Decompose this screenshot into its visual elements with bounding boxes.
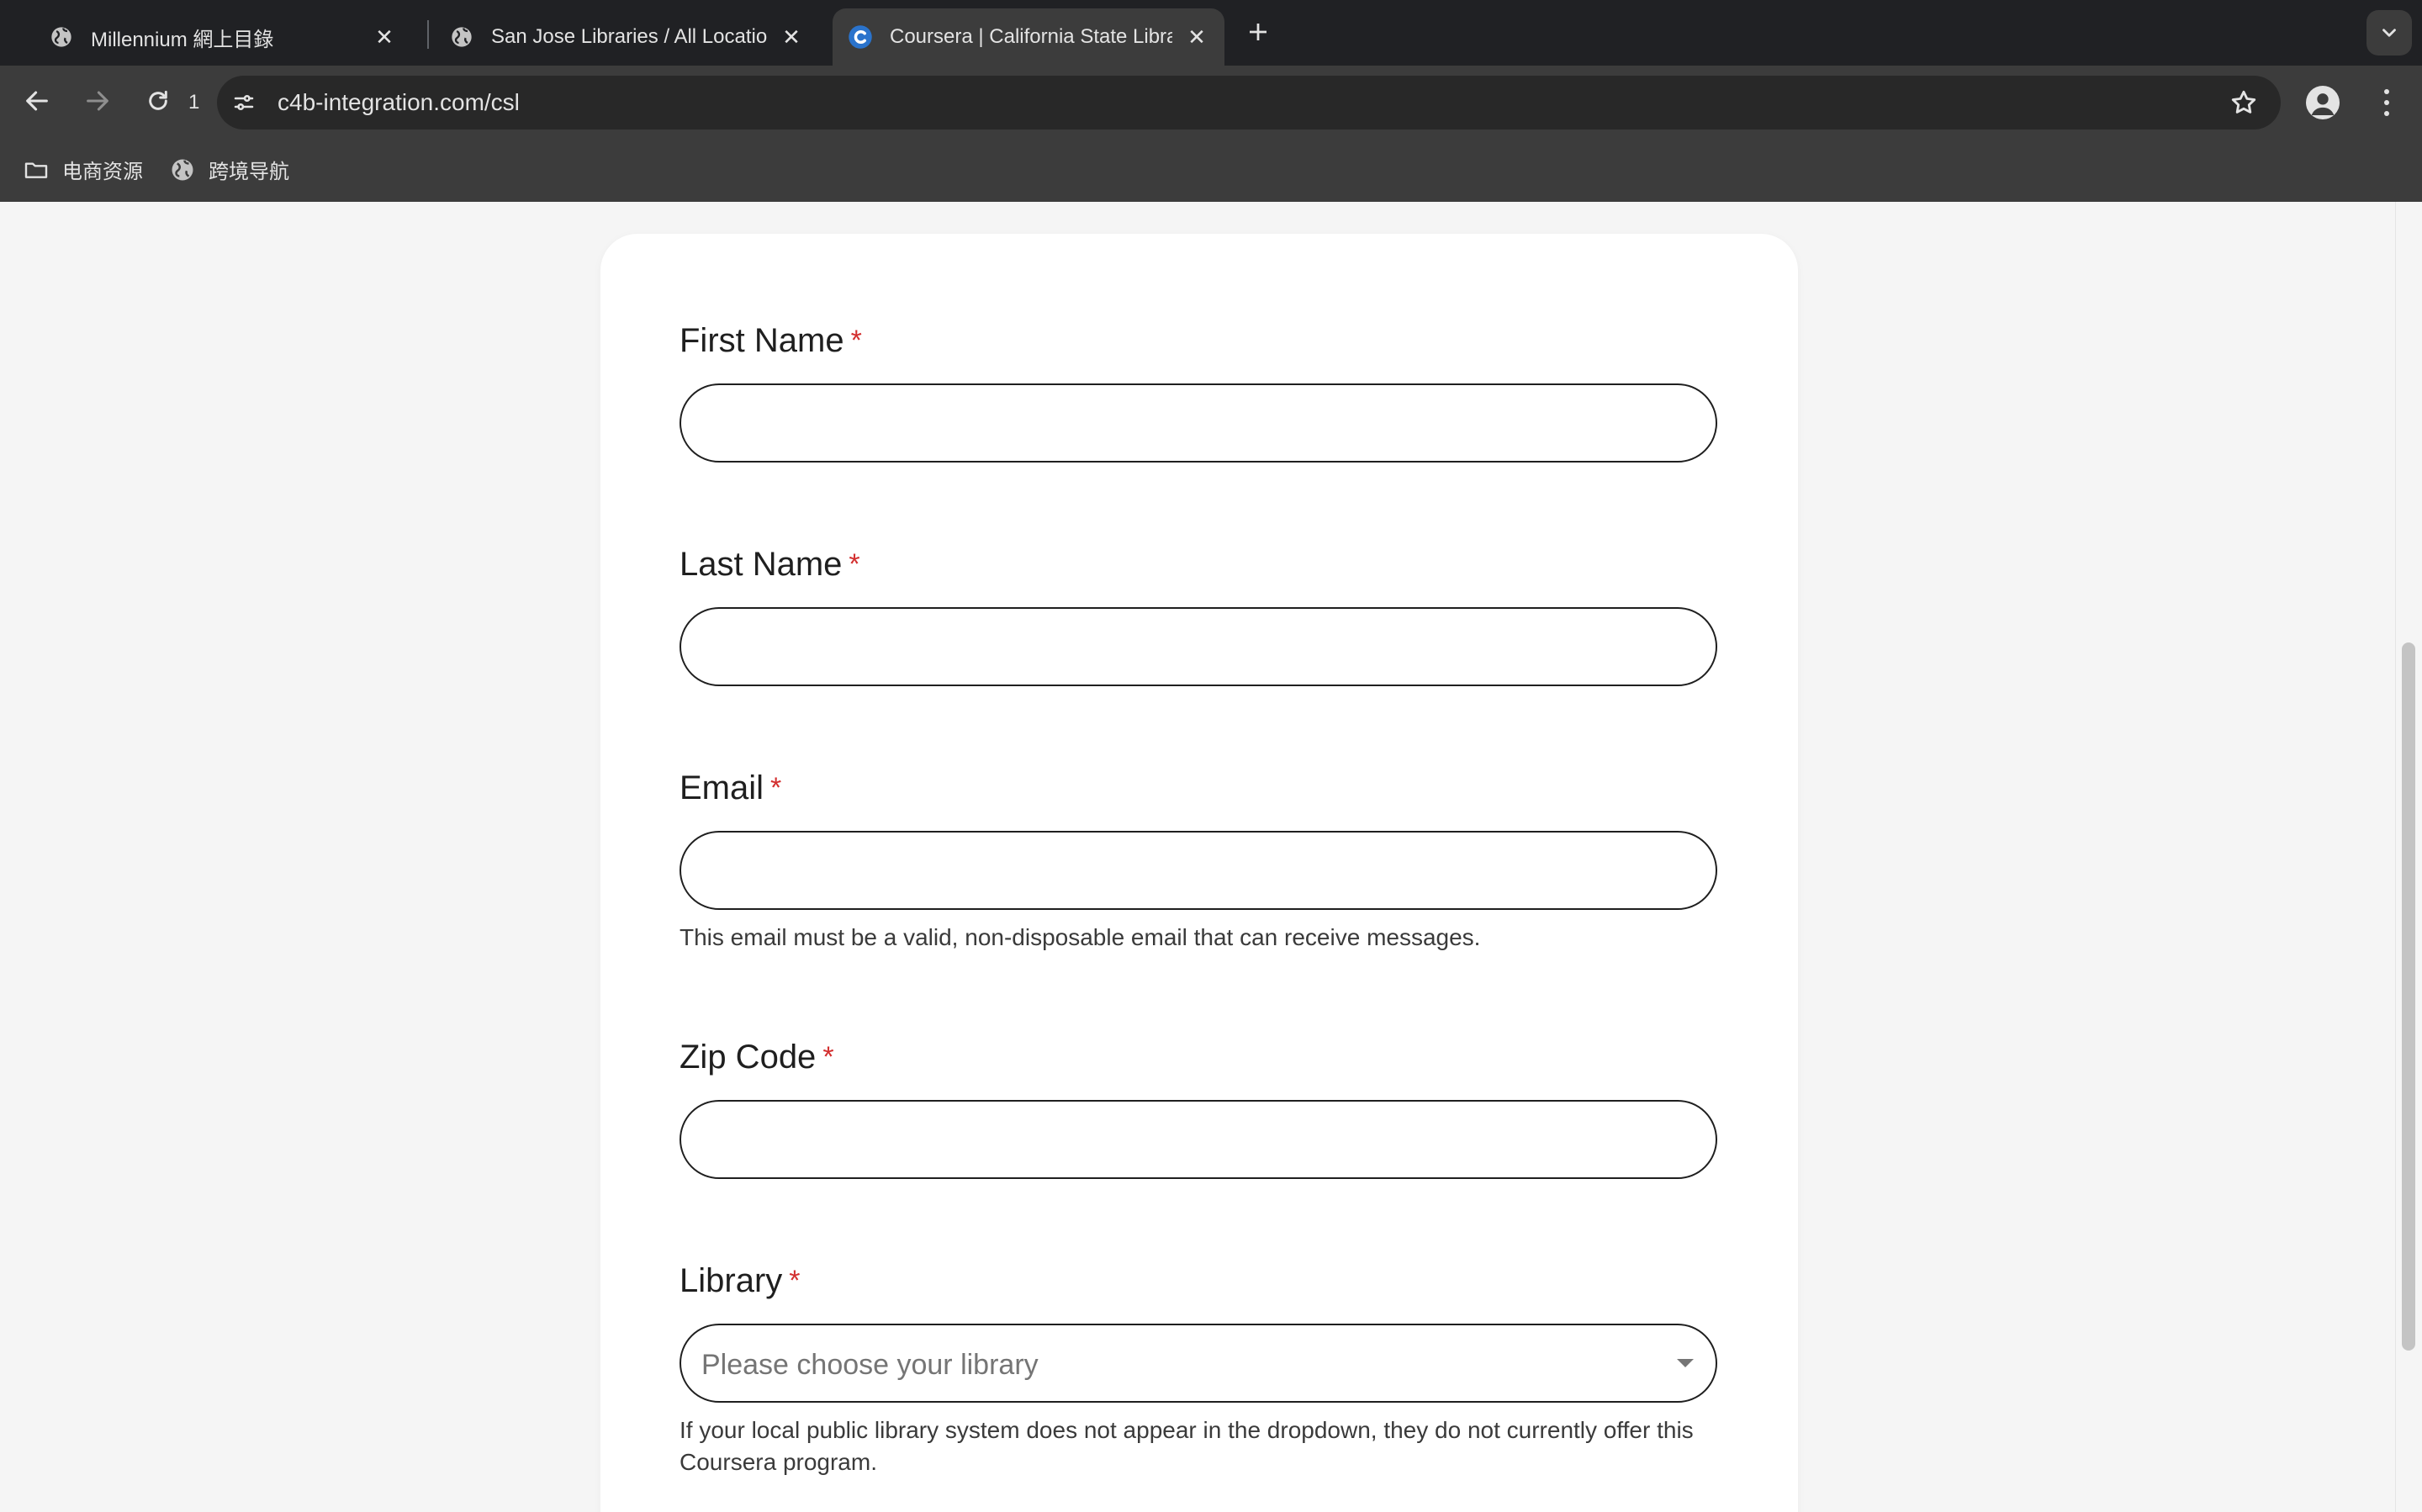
page-scrollbar[interactable] — [2395, 202, 2422, 1512]
last-name-label: Last Name * — [680, 546, 860, 583]
email-input[interactable] — [680, 831, 1717, 910]
tab-coursera[interactable]: Coursera | California State Library ✕ — [833, 8, 1224, 66]
scrollbar-thumb[interactable] — [2402, 642, 2415, 1351]
bookmark-ecommerce-resources[interactable]: 电商资源 — [22, 155, 143, 184]
tab-title: Coursera | California State Library — [890, 25, 1172, 48]
library-label: Library * — [680, 1262, 801, 1299]
folder-icon — [22, 156, 50, 184]
browser-menu-icon[interactable] — [2372, 86, 2402, 119]
required-asterisk: * — [789, 1265, 801, 1297]
reload-icon — [149, 90, 167, 110]
forward-button[interactable] — [81, 84, 114, 118]
library-field: Library * Please choose your library If y… — [680, 1260, 1717, 1478]
tab-search-button[interactable] — [2366, 10, 2412, 56]
required-asterisk: * — [850, 325, 862, 357]
required-asterisk: * — [770, 772, 782, 804]
profile-avatar-icon[interactable] — [2306, 86, 2340, 119]
first-name-field: First Name * — [680, 320, 1717, 463]
zip-code-field: Zip Code * — [680, 1036, 1717, 1179]
coursera-logo-icon — [848, 24, 873, 50]
globe-icon — [168, 156, 197, 184]
email-help-text: This email must be a valid, non-disposab… — [680, 924, 1481, 950]
email-label: Email * — [680, 769, 782, 806]
signup-form-card: First Name * Last Name * Email * This email… — [600, 234, 1798, 1512]
email-field: Email * This email must be a valid, non-d… — [680, 767, 1717, 954]
tab-strip: Millennium 網上目錄 ✕ San Jose Libraries / A… — [0, 0, 2422, 66]
first-name-label: First Name * — [680, 322, 862, 359]
first-name-input[interactable] — [680, 383, 1717, 463]
bookmarks-bar: 电商资源 跨境导航 — [0, 136, 2422, 202]
library-help-text: If your local public library system does… — [680, 1417, 1694, 1475]
tab-title: San Jose Libraries / All Locations — [491, 25, 767, 48]
bookmark-label: 跨境导航 — [209, 161, 289, 183]
zip-code-label: Zip Code * — [680, 1039, 834, 1076]
reload-count: 1 — [188, 91, 200, 114]
globe-icon — [449, 24, 474, 50]
bookmark-cross-border-nav[interactable]: 跨境导航 — [168, 155, 289, 184]
globe-icon — [49, 24, 74, 50]
reload-button[interactable] — [141, 84, 175, 118]
url-text[interactable]: c4b-integration.com/csl — [278, 89, 520, 116]
last-name-input[interactable] — [680, 607, 1717, 686]
zip-code-input[interactable] — [680, 1100, 1717, 1179]
caret-down-icon — [1677, 1359, 1694, 1367]
close-icon[interactable]: ✕ — [779, 24, 804, 50]
library-select[interactable]: Please choose your library — [680, 1324, 1717, 1403]
bookmark-label: 电商资源 — [62, 161, 143, 183]
library-select-placeholder: Please choose your library — [701, 1349, 1039, 1381]
arrow-right-icon — [87, 91, 108, 111]
address-bar[interactable]: c4b-integration.com/csl — [217, 76, 2281, 130]
browser-toolbar: 1 c4b-integration.com/csl — [0, 66, 2422, 136]
close-icon[interactable]: ✕ — [372, 24, 397, 50]
tab-separator — [427, 20, 429, 49]
page-viewport: First Name * Last Name * Email * This email… — [0, 202, 2422, 1512]
back-button[interactable] — [20, 84, 54, 118]
tab-millennium[interactable]: Millennium 網上目錄 ✕ — [34, 8, 412, 66]
site-settings-icon[interactable] — [227, 86, 261, 119]
required-asterisk: * — [822, 1041, 834, 1073]
tab-title: Millennium 網上目錄 — [91, 28, 274, 51]
chevron-down-icon — [2382, 29, 2396, 37]
arrow-left-icon — [26, 91, 48, 111]
required-asterisk: * — [849, 548, 860, 580]
new-tab-button[interactable] — [1243, 17, 1273, 47]
last-name-field: Last Name * — [680, 543, 1717, 686]
tab-san-jose-libraries[interactable]: San Jose Libraries / All Locations ✕ — [434, 8, 819, 66]
bookmark-star-icon[interactable] — [2229, 87, 2259, 118]
close-icon[interactable]: ✕ — [1184, 24, 1209, 50]
